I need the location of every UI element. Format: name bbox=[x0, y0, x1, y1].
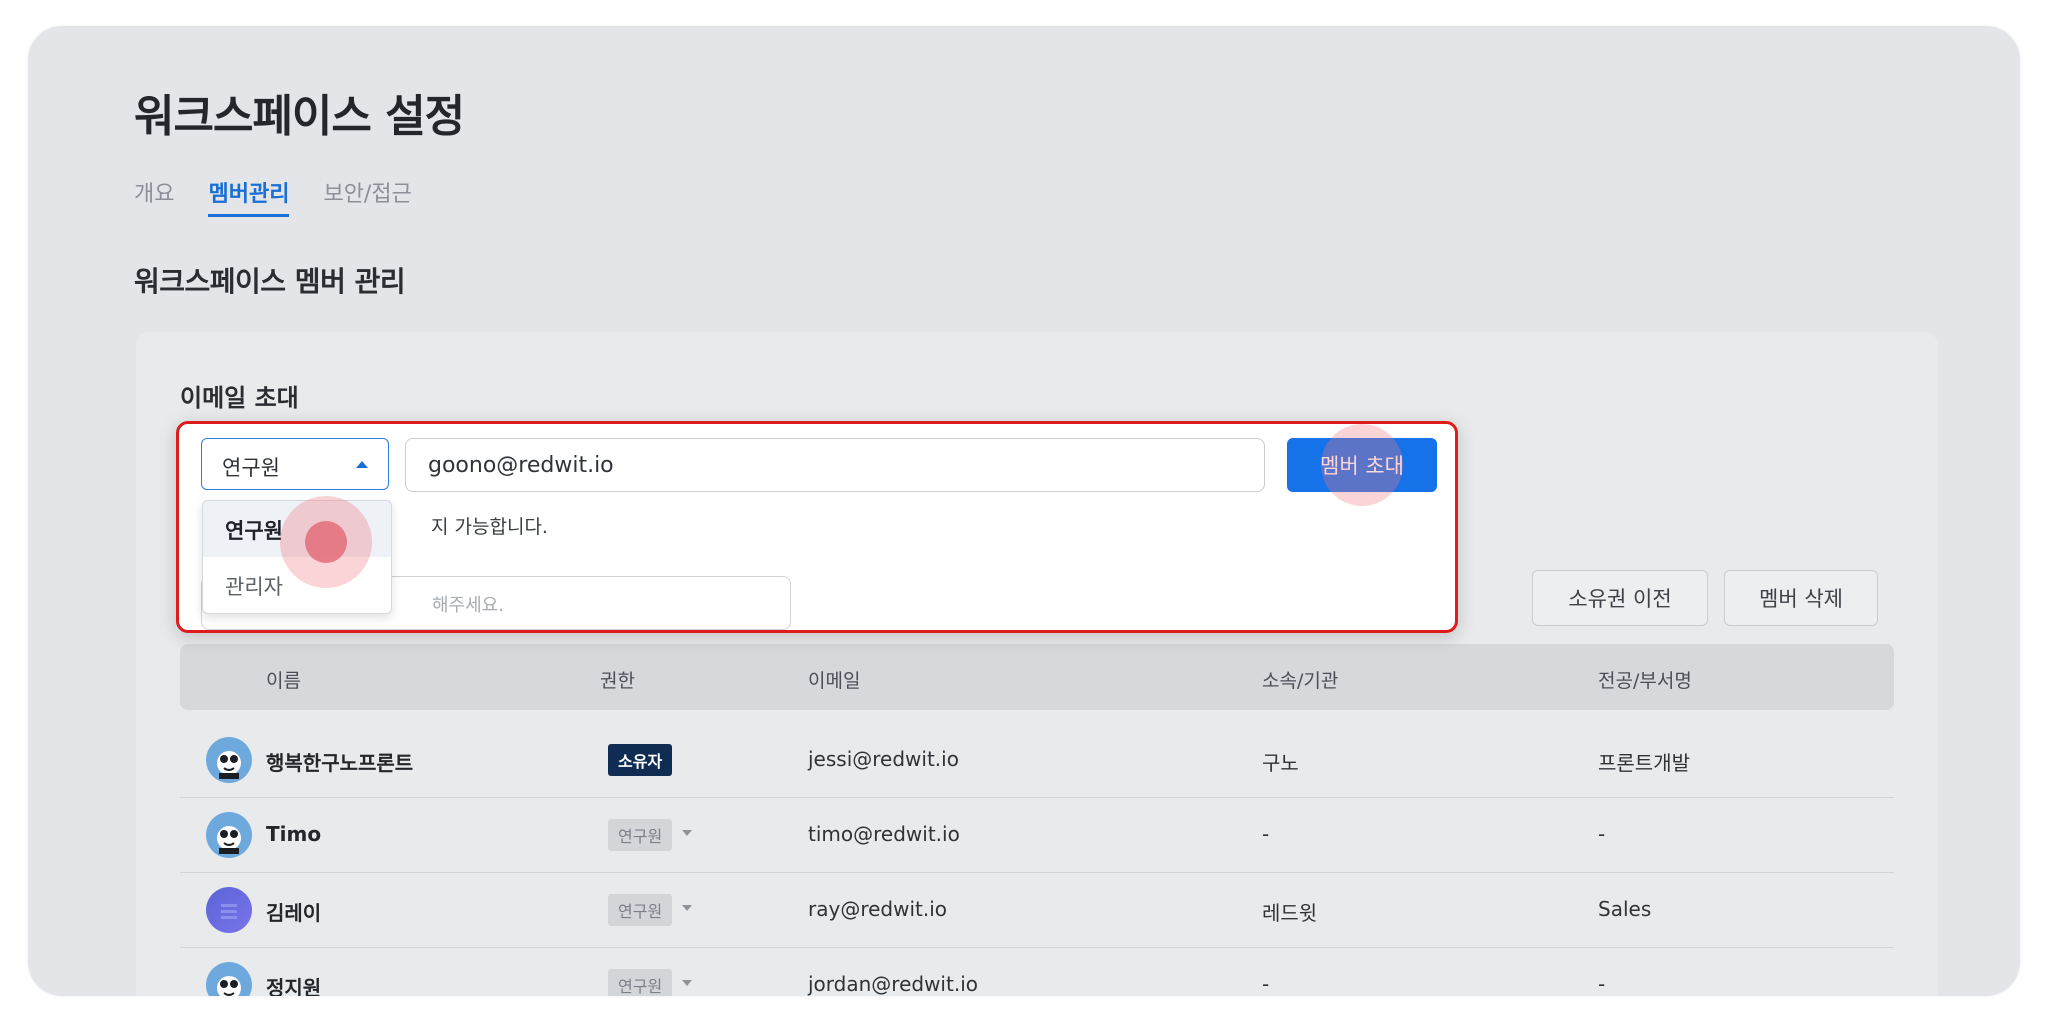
transfer-owner-button[interactable]: 소유권 이전 bbox=[1532, 570, 1708, 626]
click-dot bbox=[305, 521, 347, 563]
members-card: 이메일 초대 소유권 이전 멤버 삭제 이름 권한 이메일 소속/기관 전공/부… bbox=[136, 332, 1938, 996]
app-window: 워크스페이스 설정 개요 멤버관리 보안/접근 워크스페이스 멤버 관리 이메일… bbox=[28, 26, 2020, 996]
member-name: Timo bbox=[266, 822, 322, 846]
member-name: 정지원 bbox=[266, 976, 322, 996]
chevron-down-icon[interactable] bbox=[682, 905, 692, 911]
tab-bar: 개요 멤버관리 보안/접근 bbox=[134, 176, 412, 217]
member-org: 레드윗 bbox=[1262, 901, 1318, 925]
header-name: 이름 bbox=[266, 670, 301, 692]
role-dropdown[interactable]: 연구원 bbox=[608, 969, 673, 996]
chevron-down-icon[interactable] bbox=[682, 980, 692, 986]
tab-overview[interactable]: 개요 bbox=[134, 176, 174, 217]
member-email: jessi@redwit.io bbox=[808, 747, 959, 771]
member-dept: 프론트개발 bbox=[1598, 751, 1690, 775]
click-indicator bbox=[1321, 424, 1403, 506]
tab-members[interactable]: 멤버관리 bbox=[208, 176, 290, 217]
table-row[interactable]: 행복한구노프론트 소유자 jessi@redwit.io 구노 프론트개발 bbox=[180, 722, 1894, 798]
role-dropdown[interactable]: 연구원 bbox=[608, 819, 673, 851]
table-row[interactable]: Timo 연구원 timo@redwit.io - - bbox=[180, 797, 1894, 873]
table-row[interactable]: 정지원 연구원 jordan@redwit.io - - bbox=[180, 947, 1894, 996]
email-input[interactable] bbox=[405, 438, 1265, 492]
member-org: 구노 bbox=[1262, 751, 1299, 775]
member-email: ray@redwit.io bbox=[808, 897, 948, 921]
avatar bbox=[206, 812, 252, 858]
member-dept: - bbox=[1598, 972, 1606, 996]
member-org: - bbox=[1262, 822, 1270, 846]
chevron-up-icon bbox=[356, 461, 368, 468]
header-org: 소속/기관 bbox=[1262, 670, 1339, 692]
role-badge-owner: 소유자 bbox=[608, 744, 673, 776]
table-row[interactable]: 김레이 연구원 ray@redwit.io 레드윗 Sales bbox=[180, 872, 1894, 948]
avatar bbox=[206, 887, 252, 933]
delete-member-button[interactable]: 멤버 삭제 bbox=[1724, 570, 1878, 626]
section-title: 워크스페이스 멤버 관리 bbox=[134, 265, 406, 298]
invite-title: 이메일 초대 bbox=[180, 384, 299, 412]
page-title: 워크스페이스 설정 bbox=[134, 91, 465, 142]
tab-security[interactable]: 보안/접근 bbox=[323, 176, 411, 217]
member-org: - bbox=[1262, 972, 1270, 996]
invite-panel-highlight: 연구원 멤버 초대 지 가능합니다. 해주세요. 연구원 관리자 bbox=[176, 421, 1458, 633]
member-email: jordan@redwit.io bbox=[808, 972, 978, 996]
avatar bbox=[206, 962, 252, 996]
avatar bbox=[206, 737, 252, 783]
role-select-value: 연구원 bbox=[222, 456, 280, 480]
search-placeholder: 해주세요. bbox=[432, 595, 504, 616]
header-dept: 전공/부서명 bbox=[1598, 670, 1692, 692]
member-dept: Sales bbox=[1598, 897, 1652, 921]
member-dept: - bbox=[1598, 822, 1606, 846]
role-select[interactable]: 연구원 bbox=[201, 438, 389, 490]
member-email: timo@redwit.io bbox=[808, 822, 960, 846]
member-name: 행복한구노프론트 bbox=[266, 751, 414, 775]
header-email: 이메일 bbox=[808, 670, 861, 692]
header-role: 권한 bbox=[600, 670, 635, 692]
table-header: 이름 권한 이메일 소속/기관 전공/부서명 bbox=[180, 644, 1894, 710]
role-dropdown[interactable]: 연구원 bbox=[608, 894, 673, 926]
helper-text: 지 가능합니다. bbox=[431, 516, 548, 538]
member-name: 김레이 bbox=[266, 901, 322, 925]
chevron-down-icon[interactable] bbox=[682, 830, 692, 836]
